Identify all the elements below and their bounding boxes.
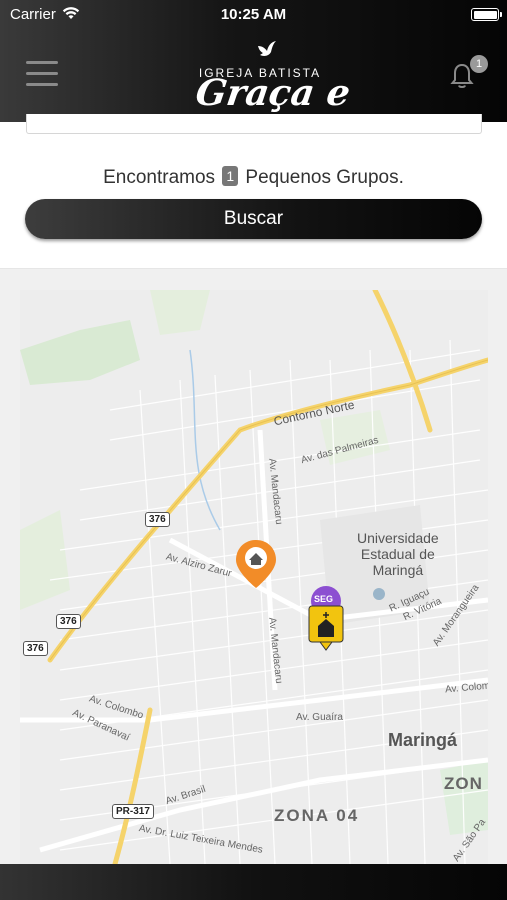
results-text: Encontramos 1 Pequenos Grupos. xyxy=(0,166,507,189)
map-view[interactable]: Contorno Norte Av. das Palmeiras Av. Man… xyxy=(20,290,488,864)
hamburger-menu-icon[interactable] xyxy=(26,60,58,86)
map-label-zona: ZON xyxy=(444,774,483,793)
road-shield-376-b: 376 xyxy=(56,614,81,629)
map-label-av-guaira: Av. Guaíra xyxy=(296,712,343,723)
filter-input-bottom[interactable] xyxy=(26,114,482,134)
notification-badge: 1 xyxy=(470,55,488,73)
battery-icon xyxy=(471,8,502,21)
church-logo: IGREJA BATISTA Graça e Paz xyxy=(150,40,390,156)
map-label-maringa: Maringá xyxy=(388,730,458,750)
map-label-zona04: ZONA 04 xyxy=(274,806,360,825)
status-bar: Carrier 10:25 AM xyxy=(0,0,507,28)
map-label-universidade: Universidade Estadual de Maringá xyxy=(357,530,439,578)
status-time: 10:25 AM xyxy=(220,6,287,23)
results-prefix: Encontramos xyxy=(103,167,216,188)
church-marker-tag: SEG xyxy=(314,594,334,604)
road-shield-376-c: 376 xyxy=(23,641,48,656)
dove-icon xyxy=(258,41,276,56)
search-button[interactable]: Buscar xyxy=(25,199,482,239)
results-count-badge: 1 xyxy=(222,166,239,186)
road-shield-pr317: PR-317 xyxy=(112,804,154,819)
bottom-bar xyxy=(0,864,507,900)
road-shield-376-a: 376 xyxy=(145,512,170,527)
app-header: Carrier 10:25 AM IGREJA BATISTA Graça e … xyxy=(0,0,507,156)
results-suffix: Pequenos Grupos. xyxy=(245,167,404,188)
